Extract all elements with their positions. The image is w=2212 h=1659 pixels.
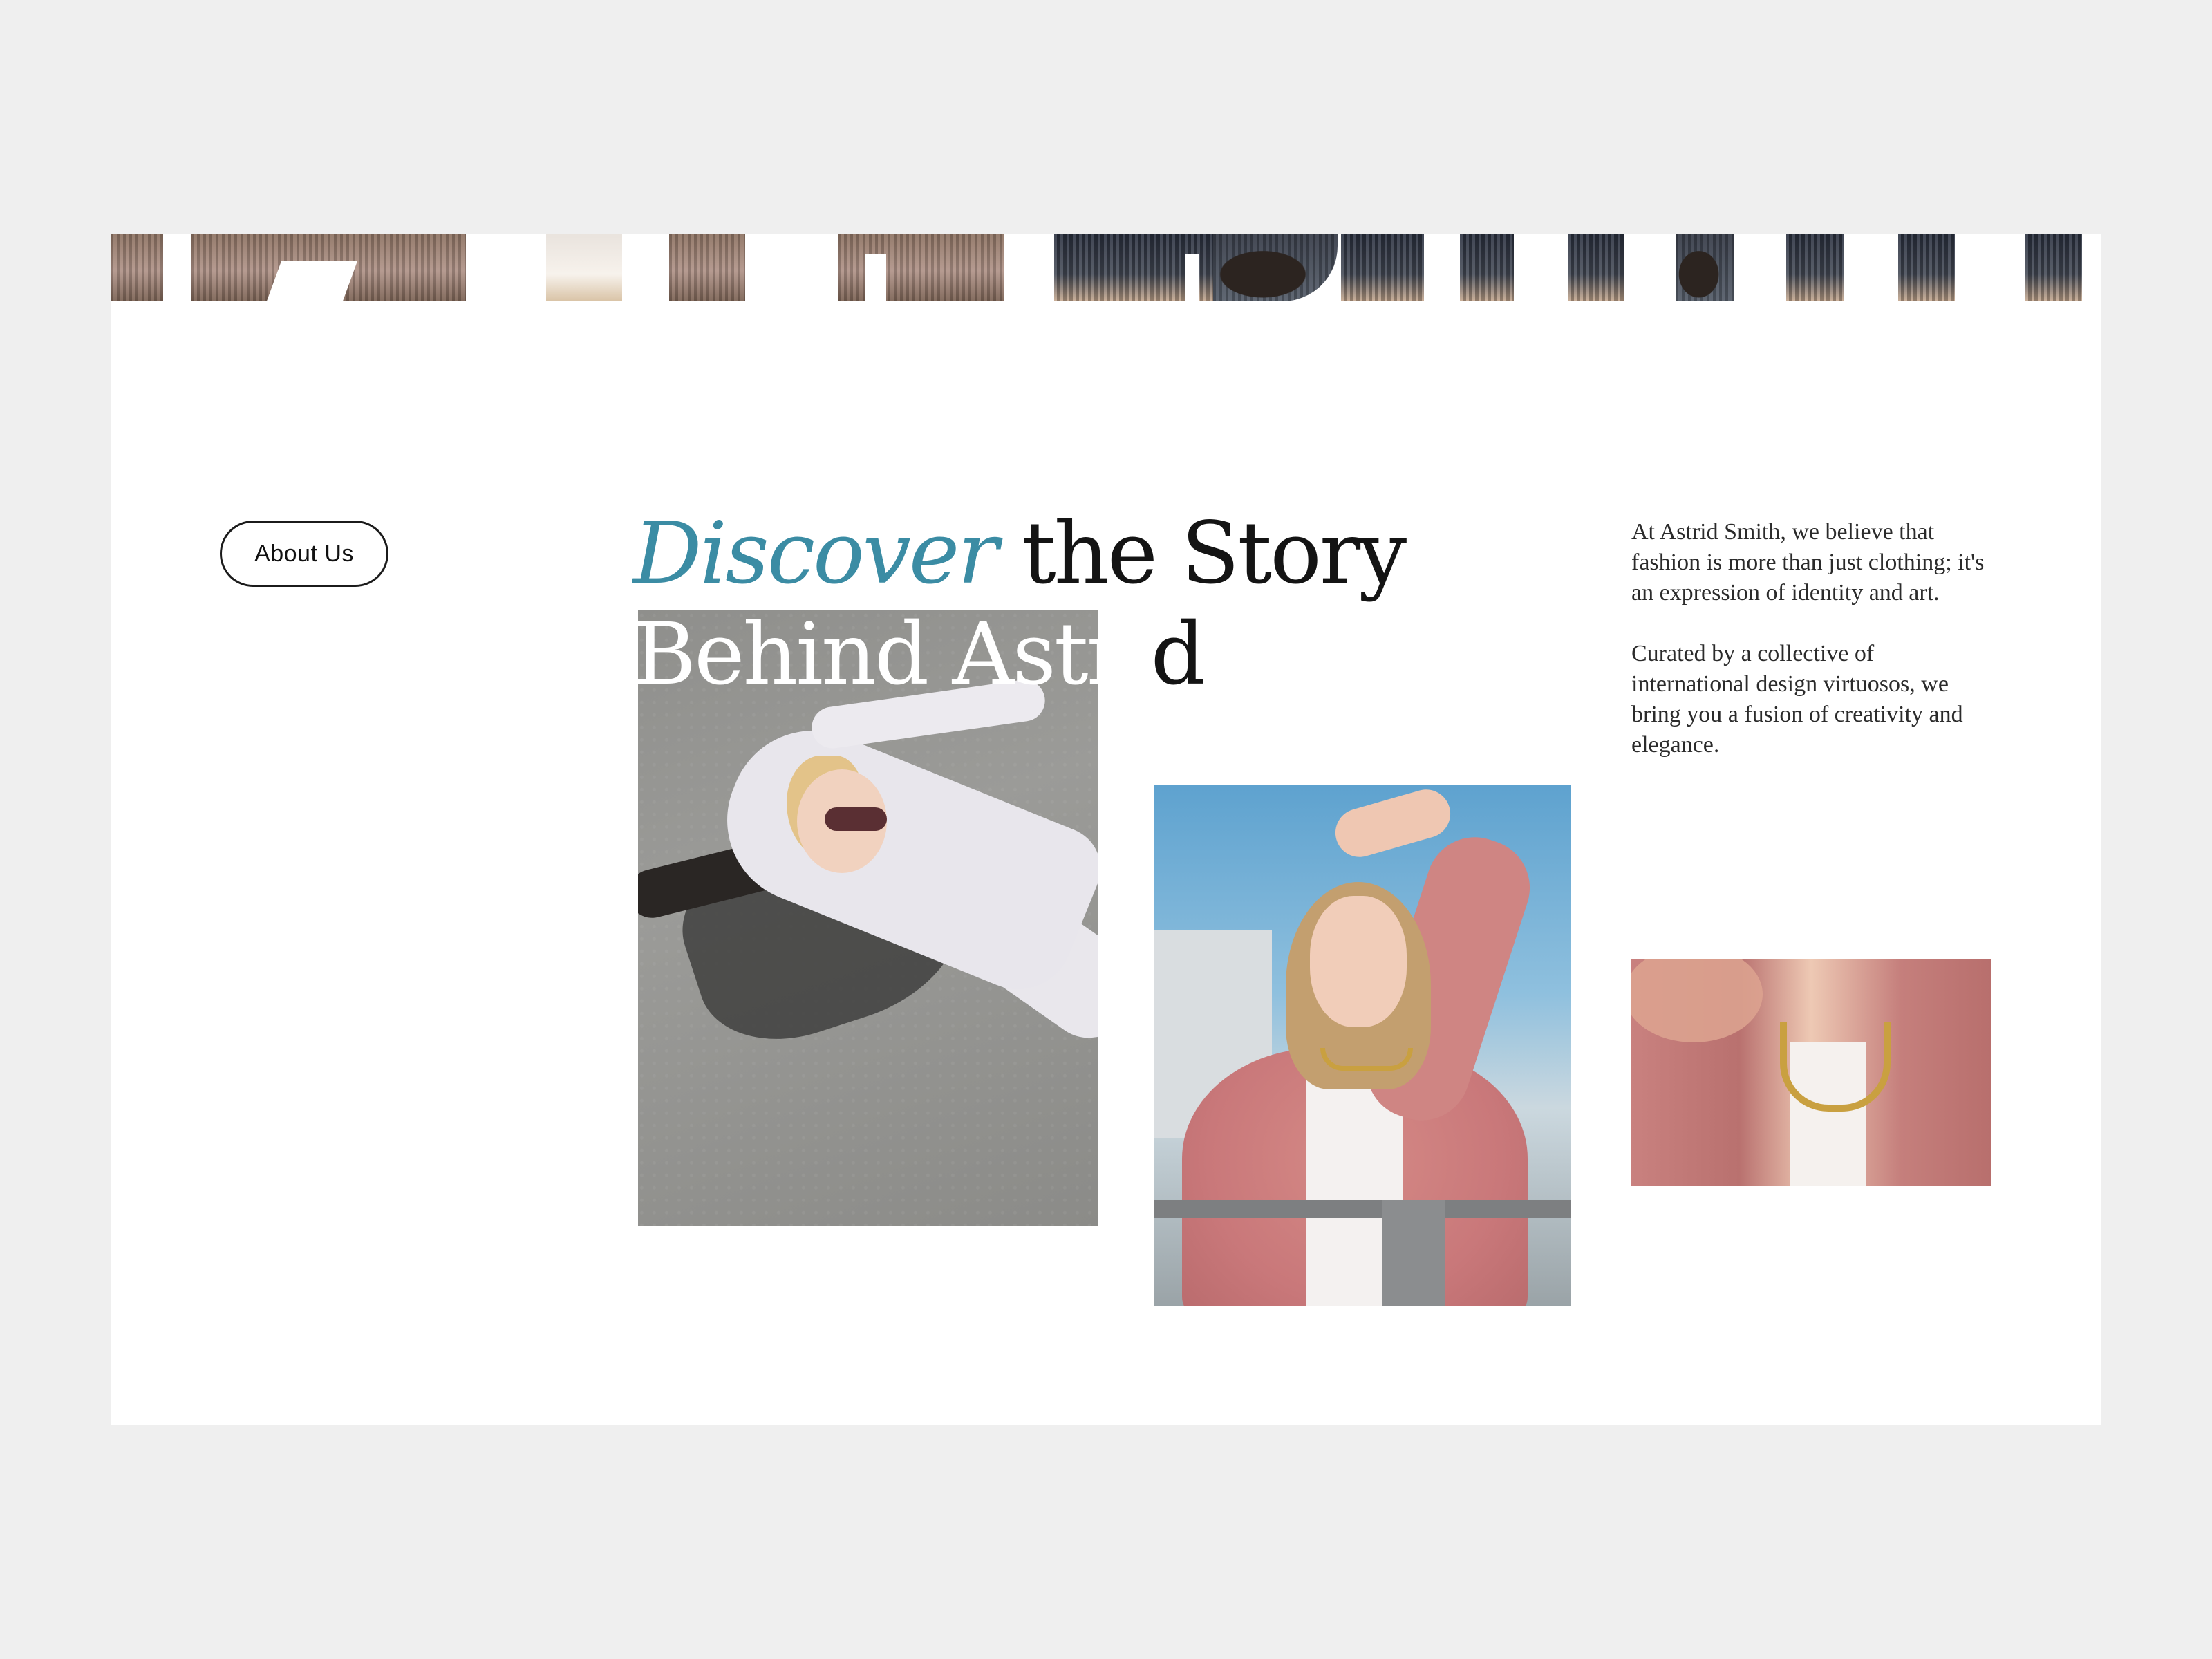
banner-letter-segment [669, 234, 745, 301]
headline-line2: Behind Astrid [633, 604, 1405, 705]
banner-letter-segment [1568, 234, 1624, 301]
intro-copy: At Astrid Smith, we believe that fashion… [1631, 517, 1991, 791]
banner-letter-segment [1898, 234, 1955, 301]
banner-letter-segment [838, 234, 1004, 301]
banner-letter-segment [1213, 234, 1338, 301]
about-us-button[interactable]: About Us [220, 521, 388, 587]
banner-letter-segment [191, 234, 466, 301]
banner-letter-segment [1676, 234, 1734, 301]
banner-letter-segment [1460, 234, 1514, 301]
banner-letter-segment [111, 234, 163, 301]
necklace-closeup-photo [1631, 959, 1991, 1186]
headline-line1-rest: the Story [996, 504, 1407, 603]
model-pink-jacket-photo [1154, 785, 1571, 1306]
banner-letter-segment [1054, 234, 1213, 301]
headline-line2-on-photo: Behind Astri [633, 605, 1153, 704]
banner-letter-segment [1786, 234, 1844, 301]
headline-accent-word: Discover [633, 504, 999, 603]
intro-paragraph-2: Curated by a collective of international… [1631, 641, 1963, 758]
banner-letter-segment [1341, 234, 1424, 301]
about-section-card: About Us Discover the Story Behind Astri… [111, 234, 2101, 1425]
page-headline: Discover the Story Behind Astrid [633, 503, 1407, 705]
banner-letter-segment [546, 234, 622, 301]
banner-letter-segment [2025, 234, 2082, 301]
intro-paragraph-1: At Astrid Smith, we believe that fashion… [1631, 519, 1985, 606]
headline-line2-tail: d [1150, 605, 1206, 704]
brand-banner-image [111, 234, 2082, 301]
